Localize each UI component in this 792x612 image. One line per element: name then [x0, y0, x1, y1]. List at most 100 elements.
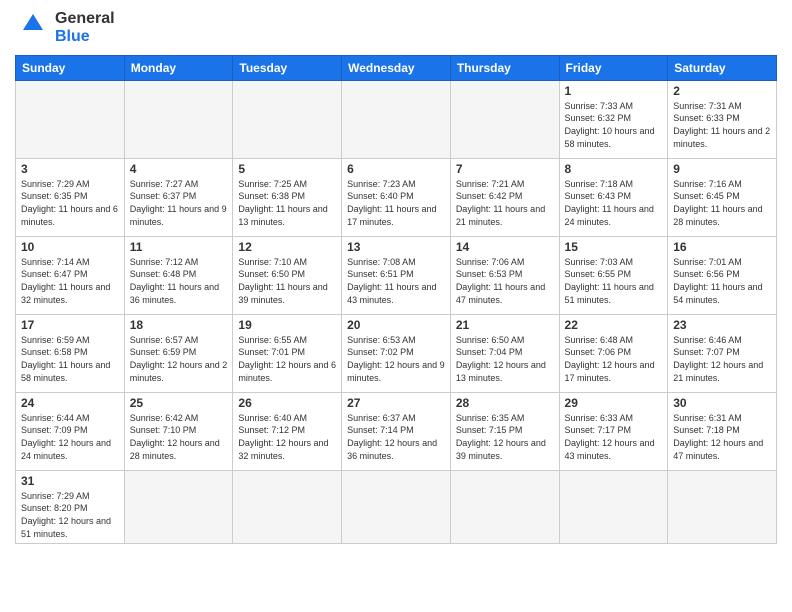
- day-number: 2: [673, 84, 771, 98]
- day-header-friday: Friday: [559, 55, 668, 80]
- logo: GeneralBlue: [15, 10, 115, 47]
- calendar-cell: 26 Sunrise: 6:40 AM Sunset: 7:12 PM Dayli…: [233, 392, 342, 470]
- day-info: Sunrise: 7:10 AM Sunset: 6:50 PM Dayligh…: [238, 256, 336, 306]
- calendar-cell: 1Sunrise: 7:33 AM Sunset: 6:32 PM Daylig…: [559, 80, 668, 158]
- calendar-cell: 16Sunrise: 7:01 AM Sunset: 6:56 PM Dayli…: [668, 236, 777, 314]
- day-number: 28: [456, 396, 554, 410]
- day-info: Sunrise: 7:14 AM Sunset: 6:47 PM Dayligh…: [21, 256, 119, 306]
- calendar: SundayMondayTuesdayWednesdayThursdayFrid…: [15, 55, 777, 544]
- day-info: Sunrise: 7:18 AM Sunset: 6:43 PM Dayligh…: [565, 178, 663, 228]
- day-number: 4: [130, 162, 228, 176]
- calendar-cell: [16, 80, 125, 158]
- day-number: 18: [130, 318, 228, 332]
- calendar-cell: 12 Sunrise: 7:10 AM Sunset: 6:50 PM Dayli…: [233, 236, 342, 314]
- day-info: Sunrise: 6:31 AM Sunset: 7:18 PM Dayligh…: [673, 412, 771, 462]
- day-number: 25: [130, 396, 228, 410]
- week-row-5: 24 Sunrise: 6:44 AM Sunset: 7:09 PM Dayli…: [16, 392, 777, 470]
- day-info: Sunrise: 6:53 AM Sunset: 7:02 PM Dayligh…: [347, 334, 445, 384]
- calendar-cell: [668, 470, 777, 543]
- day-number: 11: [130, 240, 228, 254]
- day-info: Sunrise: 7:16 AM Sunset: 6:45 PM Dayligh…: [673, 178, 771, 228]
- week-row-2: 3 Sunrise: 7:29 AM Sunset: 6:35 PM Daylig…: [16, 158, 777, 236]
- day-info: Sunrise: 6:33 AM Sunset: 7:17 PM Dayligh…: [565, 412, 663, 462]
- day-info: Sunrise: 7:25 AM Sunset: 6:38 PM Dayligh…: [238, 178, 336, 228]
- calendar-cell: [124, 470, 233, 543]
- calendar-cell: [342, 470, 451, 543]
- day-info: Sunrise: 6:44 AM Sunset: 7:09 PM Dayligh…: [21, 412, 119, 462]
- week-row-1: 1Sunrise: 7:33 AM Sunset: 6:32 PM Daylig…: [16, 80, 777, 158]
- day-header-thursday: Thursday: [450, 55, 559, 80]
- day-header-tuesday: Tuesday: [233, 55, 342, 80]
- calendar-cell: 27Sunrise: 6:37 AM Sunset: 7:14 PM Dayli…: [342, 392, 451, 470]
- day-info: Sunrise: 7:06 AM Sunset: 6:53 PM Dayligh…: [456, 256, 554, 306]
- day-info: Sunrise: 7:21 AM Sunset: 6:42 PM Dayligh…: [456, 178, 554, 228]
- calendar-cell: [233, 80, 342, 158]
- day-number: 7: [456, 162, 554, 176]
- day-info: Sunrise: 6:59 AM Sunset: 6:58 PM Dayligh…: [21, 334, 119, 384]
- page: GeneralBlue SundayMondayTuesdayWednesday…: [0, 0, 792, 612]
- calendar-cell: [233, 470, 342, 543]
- calendar-cell: 18 Sunrise: 6:57 AM Sunset: 6:59 PM Dayli…: [124, 314, 233, 392]
- day-number: 8: [565, 162, 663, 176]
- day-info: Sunrise: 6:55 AM Sunset: 7:01 PM Dayligh…: [238, 334, 336, 384]
- day-header-monday: Monday: [124, 55, 233, 80]
- day-info: Sunrise: 7:23 AM Sunset: 6:40 PM Dayligh…: [347, 178, 445, 228]
- day-header-saturday: Saturday: [668, 55, 777, 80]
- day-number: 12: [238, 240, 336, 254]
- calendar-cell: [450, 80, 559, 158]
- day-number: 30: [673, 396, 771, 410]
- day-info: Sunrise: 7:33 AM Sunset: 6:32 PM Dayligh…: [565, 100, 663, 150]
- day-info: Sunrise: 7:31 AM Sunset: 6:33 PM Dayligh…: [673, 100, 771, 150]
- calendar-cell: 13 Sunrise: 7:08 AM Sunset: 6:51 PM Dayli…: [342, 236, 451, 314]
- day-number: 26: [238, 396, 336, 410]
- calendar-cell: 19Sunrise: 6:55 AM Sunset: 7:01 PM Dayli…: [233, 314, 342, 392]
- day-info: Sunrise: 7:29 AM Sunset: 8:20 PM Dayligh…: [21, 490, 119, 540]
- day-info: Sunrise: 6:40 AM Sunset: 7:12 PM Dayligh…: [238, 412, 336, 462]
- calendar-cell: 29 Sunrise: 6:33 AM Sunset: 7:17 PM Dayli…: [559, 392, 668, 470]
- day-number: 10: [21, 240, 119, 254]
- calendar-cell: 23 Sunrise: 6:46 AM Sunset: 7:07 PM Dayli…: [668, 314, 777, 392]
- day-info: Sunrise: 6:48 AM Sunset: 7:06 PM Dayligh…: [565, 334, 663, 384]
- day-info: Sunrise: 6:57 AM Sunset: 6:59 PM Dayligh…: [130, 334, 228, 384]
- day-info: Sunrise: 7:27 AM Sunset: 6:37 PM Dayligh…: [130, 178, 228, 228]
- calendar-cell: [450, 470, 559, 543]
- day-info: Sunrise: 6:46 AM Sunset: 7:07 PM Dayligh…: [673, 334, 771, 384]
- calendar-cell: 20Sunrise: 6:53 AM Sunset: 7:02 PM Dayli…: [342, 314, 451, 392]
- day-number: 31: [21, 474, 119, 488]
- day-number: 3: [21, 162, 119, 176]
- calendar-cell: 5Sunrise: 7:25 AM Sunset: 6:38 PM Daylig…: [233, 158, 342, 236]
- week-row-4: 17Sunrise: 6:59 AM Sunset: 6:58 PM Dayli…: [16, 314, 777, 392]
- day-info: Sunrise: 7:29 AM Sunset: 6:35 PM Dayligh…: [21, 178, 119, 228]
- day-info: Sunrise: 7:12 AM Sunset: 6:48 PM Dayligh…: [130, 256, 228, 306]
- day-number: 29: [565, 396, 663, 410]
- calendar-cell: 15 Sunrise: 7:03 AM Sunset: 6:55 PM Dayli…: [559, 236, 668, 314]
- calendar-cell: 9Sunrise: 7:16 AM Sunset: 6:45 PM Daylig…: [668, 158, 777, 236]
- day-number: 15: [565, 240, 663, 254]
- day-info: Sunrise: 7:03 AM Sunset: 6:55 PM Dayligh…: [565, 256, 663, 306]
- calendar-cell: 22 Sunrise: 6:48 AM Sunset: 7:06 PM Dayli…: [559, 314, 668, 392]
- day-number: 23: [673, 318, 771, 332]
- calendar-cell: 14 Sunrise: 7:06 AM Sunset: 6:53 PM Dayli…: [450, 236, 559, 314]
- day-info: Sunrise: 7:08 AM Sunset: 6:51 PM Dayligh…: [347, 256, 445, 306]
- calendar-cell: 28 Sunrise: 6:35 AM Sunset: 7:15 PM Dayli…: [450, 392, 559, 470]
- logo-bird-icon: [15, 12, 51, 44]
- calendar-cell: 7 Sunrise: 7:21 AM Sunset: 6:42 PM Daylig…: [450, 158, 559, 236]
- calendar-cell: [559, 470, 668, 543]
- day-number: 14: [456, 240, 554, 254]
- day-info: Sunrise: 7:01 AM Sunset: 6:56 PM Dayligh…: [673, 256, 771, 306]
- week-row-6: 31 Sunrise: 7:29 AM Sunset: 8:20 PM Dayli…: [16, 470, 777, 543]
- day-number: 22: [565, 318, 663, 332]
- day-number: 24: [21, 396, 119, 410]
- calendar-cell: 10 Sunrise: 7:14 AM Sunset: 6:47 PM Dayli…: [16, 236, 125, 314]
- day-info: Sunrise: 6:50 AM Sunset: 7:04 PM Dayligh…: [456, 334, 554, 384]
- day-header-wednesday: Wednesday: [342, 55, 451, 80]
- calendar-cell: [342, 80, 451, 158]
- day-number: 13: [347, 240, 445, 254]
- calendar-cell: 11 Sunrise: 7:12 AM Sunset: 6:48 PM Dayli…: [124, 236, 233, 314]
- calendar-cell: 31 Sunrise: 7:29 AM Sunset: 8:20 PM Dayli…: [16, 470, 125, 543]
- calendar-cell: 17Sunrise: 6:59 AM Sunset: 6:58 PM Dayli…: [16, 314, 125, 392]
- calendar-cell: 8 Sunrise: 7:18 AM Sunset: 6:43 PM Daylig…: [559, 158, 668, 236]
- day-info: Sunrise: 6:35 AM Sunset: 7:15 PM Dayligh…: [456, 412, 554, 462]
- days-header-row: SundayMondayTuesdayWednesdayThursdayFrid…: [16, 55, 777, 80]
- calendar-cell: 6Sunrise: 7:23 AM Sunset: 6:40 PM Daylig…: [342, 158, 451, 236]
